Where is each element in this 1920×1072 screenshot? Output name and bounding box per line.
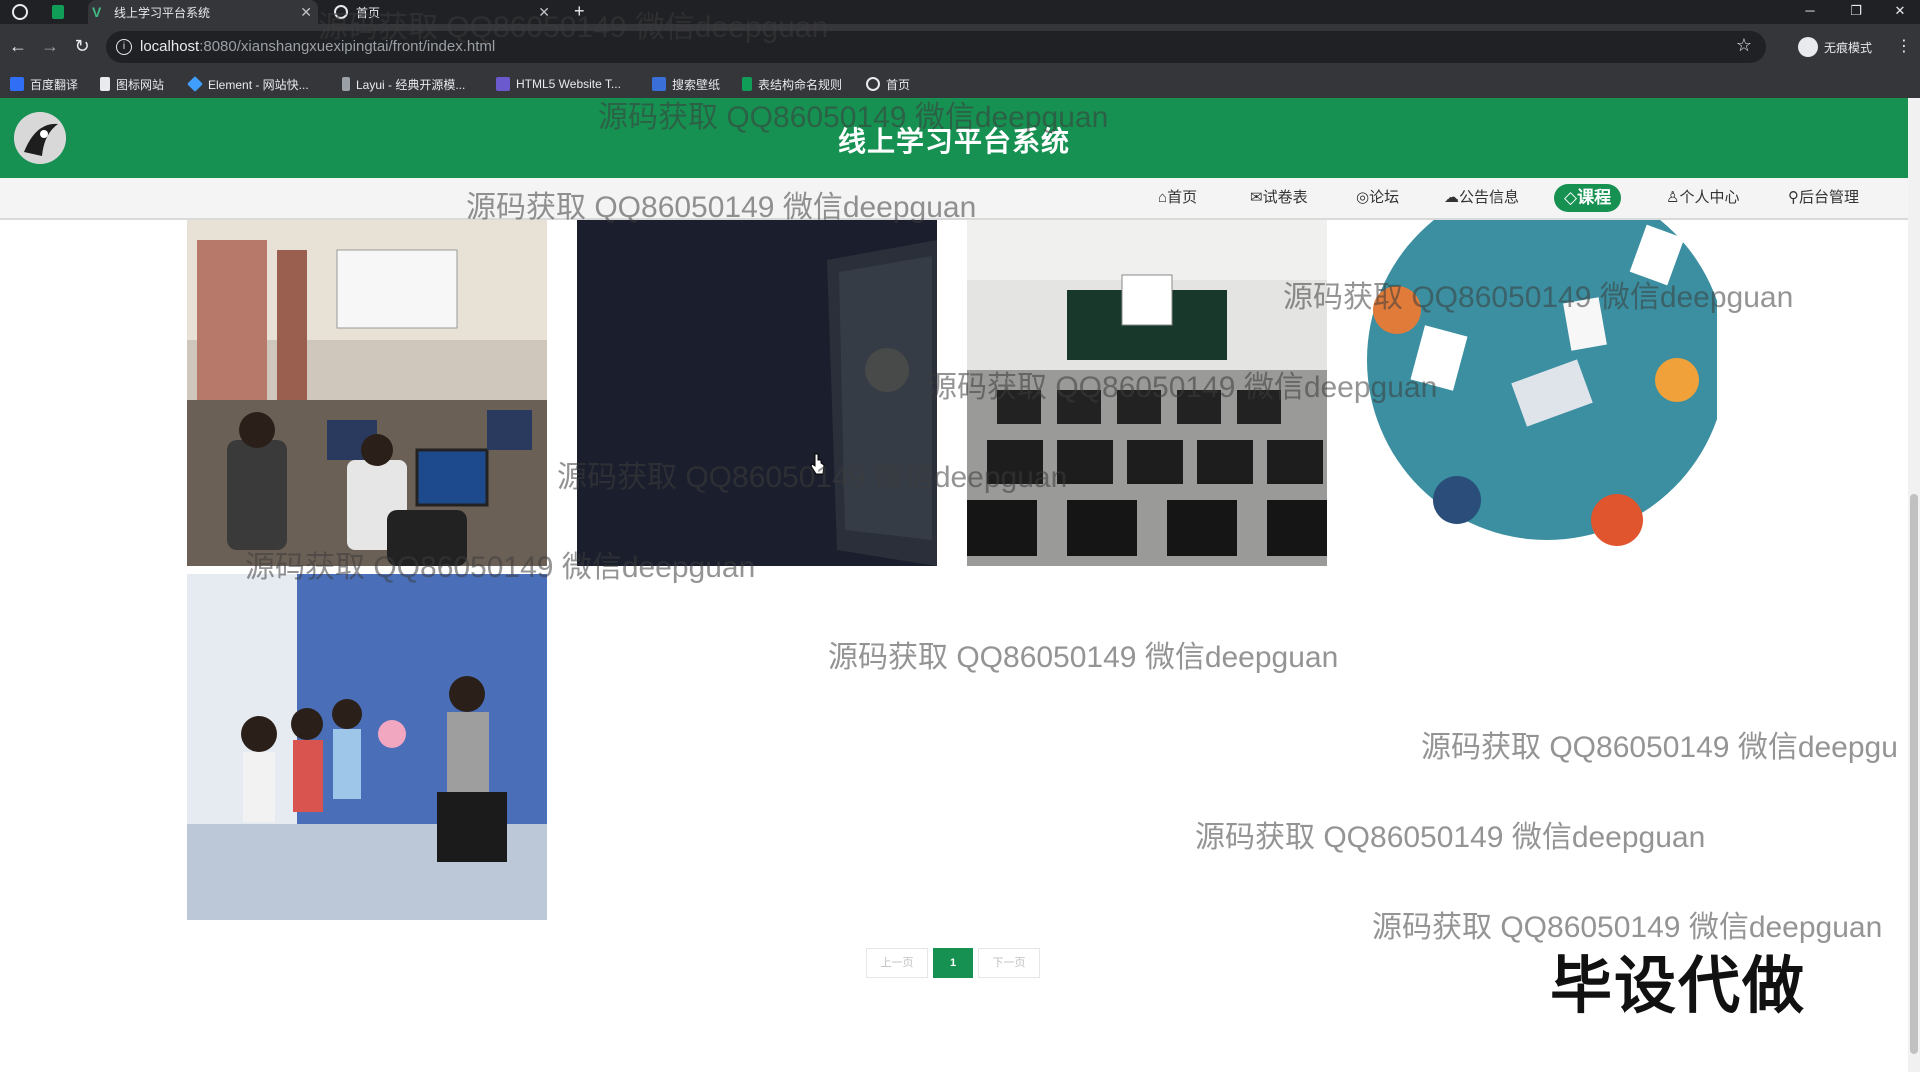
restore-icon[interactable]: ❐ [1834, 0, 1878, 24]
tab-home[interactable]: 首页 ✕ [326, 0, 556, 24]
promo-stamp: 毕设代做 [1550, 952, 1807, 1021]
sheet-icon [742, 77, 752, 91]
translate-icon [10, 77, 24, 91]
browser-menu-icon[interactable] [12, 4, 28, 20]
close-icon[interactable]: ✕ [538, 4, 550, 21]
mail-icon: ✉ [1250, 189, 1263, 206]
address-bar[interactable]: i localhost:8080/xianshangxuexipingtai/f… [106, 31, 1766, 63]
nav-courses[interactable]: ◇课程 [1554, 184, 1622, 212]
site-title: 线上学习平台系统 [837, 126, 1070, 157]
nav-admin[interactable]: ⚲后台管理 [1778, 184, 1869, 212]
watermark-text: 源码获取 QQ86050149 微信deepgu [1421, 731, 1898, 764]
watermark-text: 源码获取 QQ86050149 微信deepguan [828, 641, 1339, 674]
nav-personal-center[interactable]: ♙个人中心 [1656, 184, 1749, 212]
element-icon [187, 76, 203, 92]
course-card[interactable] [1357, 220, 1717, 566]
course-card[interactable] [967, 220, 1327, 566]
bookmark-baidu-translate[interactable]: 百度翻译 [10, 70, 78, 98]
watermark-text: 源码获取 QQ86050149 微信deepguan [1195, 821, 1706, 854]
course-image-team-meeting [1357, 220, 1717, 566]
browser-toolbar: ← → ↻ i localhost:8080/xianshangxuexipin… [0, 24, 1920, 70]
star-icon[interactable]: ☆ [1736, 35, 1752, 56]
tab-platform-label: 线上学习平台系统 [114, 5, 211, 20]
globe-icon [334, 5, 348, 19]
course-image-teacher-children [187, 574, 547, 920]
bookmark-home[interactable]: 首页 [866, 70, 910, 98]
back-icon[interactable]: ← [8, 36, 28, 56]
page-scrollbar[interactable] [1908, 98, 1920, 1072]
home-icon: ⌂ [1158, 189, 1168, 206]
course-image-computer-lab [187, 220, 547, 566]
new-tab-button[interactable]: + [574, 1, 585, 22]
bookmark-table-naming[interactable]: 表结构命名规则 [742, 70, 842, 98]
bookmark-wallpaper[interactable]: 搜索壁纸 [652, 70, 720, 98]
wallpaper-icon [652, 77, 666, 91]
link-icon: ⚲ [1788, 189, 1799, 206]
profile-label[interactable]: 无痕模式 [1824, 39, 1872, 56]
flag-icon [100, 77, 110, 91]
minimize-icon[interactable]: ─ [1788, 0, 1832, 24]
nav-announcements[interactable]: ☁公告信息 [1434, 184, 1529, 212]
mouse-cursor-icon [810, 453, 825, 475]
main-navigation: ⌂首页 ✉试卷表 ◎论坛 ☁公告信息 ◇课程 ♙个人中心 ⚲后台管理 [0, 178, 1908, 220]
cloud-icon: ☁ [1444, 189, 1459, 206]
incognito-icon[interactable] [1798, 37, 1818, 57]
globe-icon: ◎ [1356, 189, 1370, 206]
tab-platform[interactable]: V 线上学习平台系统 ✕ [88, 0, 318, 24]
course-image-classroom-monitors [967, 220, 1327, 566]
html5-icon [496, 77, 510, 91]
nav-forum[interactable]: ◎论坛 [1346, 184, 1409, 212]
user-icon: ♙ [1666, 189, 1680, 206]
course-card[interactable] [187, 574, 547, 920]
layui-icon [342, 77, 350, 91]
nav-exam-papers[interactable]: ✉试卷表 [1240, 184, 1318, 212]
bookmark-layui[interactable]: Layui - 经典开源模... [342, 70, 465, 98]
site-header: 线上学习平台系统 [0, 98, 1908, 178]
pagination-page[interactable]: 1 [933, 948, 973, 978]
course-card[interactable] [187, 220, 547, 566]
info-icon[interactable]: i [116, 39, 132, 55]
globe-icon [866, 77, 880, 91]
bookmark-html5[interactable]: HTML5 Website T... [496, 70, 621, 98]
bookmarks-bar: 百度翻译 图标网站 Element - 网站快... Layui - 经典开源模… [0, 70, 1920, 99]
course-image-dark-screen [577, 220, 937, 566]
nav-home[interactable]: ⌂首页 [1148, 184, 1207, 212]
reload-icon[interactable]: ↻ [72, 36, 92, 56]
browser-tab-strip: V 线上学习平台系统 ✕ 首页 ✕ + ─ ❐ ✕ [0, 0, 1920, 24]
url-text: localhost:8080/xianshangxuexipingtai/fro… [140, 38, 496, 55]
forward-icon[interactable]: → [40, 36, 60, 56]
bookmark-element[interactable]: Element - 网站快... [187, 70, 309, 98]
vue-icon: V [92, 4, 102, 20]
pagination-prev[interactable]: 上一页 [866, 948, 928, 978]
close-icon[interactable]: ✕ [300, 4, 312, 21]
pagination-next[interactable]: 下一页 [978, 948, 1040, 978]
tag-icon: ◇ [1564, 188, 1578, 207]
close-window-icon[interactable]: ✕ [1878, 0, 1920, 24]
sheets-tab-icon[interactable] [52, 5, 64, 19]
scrollbar-thumb[interactable] [1910, 494, 1918, 1054]
course-card[interactable] [577, 220, 937, 566]
kebab-menu-icon[interactable]: ⋮ [1896, 36, 1912, 56]
tab-home-label: 首页 [356, 5, 381, 20]
bookmark-icon-site[interactable]: 图标网站 [100, 70, 164, 98]
